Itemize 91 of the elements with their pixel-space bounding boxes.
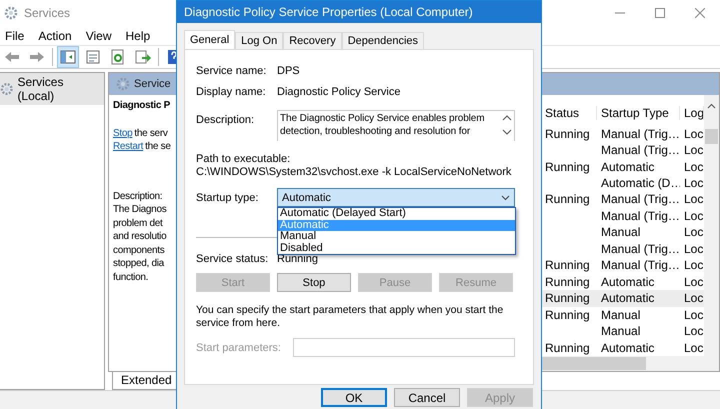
field-label: Display name: [196, 86, 267, 98]
table-cell-text: Manual (Trig… [600, 143, 680, 158]
field-label: Service status: [196, 253, 270, 265]
table-cell-text: Loc [683, 242, 704, 256]
maximize-icon [655, 8, 665, 18]
field-label: Start parameters: [196, 342, 282, 354]
dropdown-option[interactable]: Disabled [278, 242, 515, 254]
field-label: Startup type: [196, 192, 260, 204]
menu-item[interactable]: File [5, 28, 24, 42]
menu-item[interactable]: Action [38, 28, 72, 42]
action-link[interactable]: Stop [113, 126, 132, 140]
menu-item[interactable]: Help [126, 28, 150, 42]
table-cell-text: Loc [683, 160, 704, 174]
scroll-thumb[interactable] [541, 357, 646, 370]
table-cell-text: Running [544, 340, 591, 355]
dropdown-option[interactable]: Automatic (Delayed Start) [278, 208, 515, 220]
tab[interactable]: General [184, 30, 236, 50]
tab[interactable]: Log On [235, 32, 284, 49]
service-button[interactable]: Stop [277, 273, 351, 292]
description-text: problem det [113, 216, 164, 230]
status-value: Running [277, 253, 319, 265]
table-cell-text: Loc [683, 208, 704, 223]
tree-item[interactable]: Services (Local) [0, 73, 104, 105]
gear-icon [116, 77, 130, 91]
vertical-scrollbar[interactable] [704, 95, 719, 356]
dialog-button[interactable]: Cancel [394, 388, 460, 407]
description-text: and resolutio [113, 230, 168, 244]
table-cell-text: Running [544, 160, 591, 174]
field-value: DPS [277, 65, 301, 77]
gear-icon [4, 6, 18, 20]
description-text: stopped, dia [113, 257, 166, 270]
table-cell-text: Loc [683, 291, 704, 306]
description-text: The Diagnos [113, 203, 168, 216]
dialog-button[interactable]: OK [321, 388, 387, 407]
field-value: Diagnostic Policy Service [277, 86, 402, 98]
table-cell-text: Loc [683, 126, 704, 141]
startup-type-dropdown[interactable]: Automatic [277, 188, 515, 207]
path-value: C:\WINDOWS\System32\svchost.exe -k LocalServiceNoNetwork [196, 166, 512, 178]
description-label: Description: [113, 190, 164, 203]
table-cell-text: Running [544, 274, 591, 289]
table-cell-text: Running [544, 291, 591, 306]
table-cell-text: Running [544, 258, 591, 272]
action-link[interactable]: Restart [113, 140, 144, 154]
description-text: components [113, 244, 166, 257]
table-cell-text: Running [544, 308, 591, 322]
tab[interactable]: Recovery [283, 32, 342, 49]
table-cell-text: Loc [683, 340, 704, 355]
table-cell-text: Loc [683, 274, 704, 289]
description-box[interactable]: The Diagnostic Policy Service enables problem detection, troubleshooting and resolution for [277, 110, 515, 141]
service-name: Diagnostic P [113, 99, 171, 112]
table-cell-text: Automatic [600, 160, 656, 174]
table-cell-text: Running [544, 126, 591, 141]
table-cell-text: Manual [600, 225, 642, 240]
table-cell-text: Manual (Trig… [600, 192, 680, 206]
table-cell-text: Manual (Trig… [600, 242, 680, 256]
caret-icon [501, 194, 510, 200]
dropdown-option[interactable]: Manual [278, 231, 515, 242]
tab[interactable]: Dependencies [342, 32, 424, 49]
table-cell-text: Manual [600, 308, 642, 322]
header-title: Service [134, 78, 171, 90]
table-cell-text: Manual (Trig… [600, 208, 680, 223]
action-text: the serv [134, 126, 168, 140]
table-cell-text: Manual (Trig… [600, 258, 680, 272]
description-text: function. [113, 270, 150, 284]
table-cell-text: Automatic [600, 291, 656, 306]
table-cell-text: Loc [683, 176, 704, 190]
table-cell-text: Running [544, 192, 591, 206]
field-label: Description: [196, 114, 256, 126]
gear-icon [0, 82, 14, 96]
table-cell-text: Loc [683, 324, 704, 338]
table-cell-text: Manual (Trig… [600, 126, 680, 141]
menu-item[interactable]: View [86, 28, 112, 42]
hint-text: You can specify the start parameters that apply when you start the service from here. [196, 304, 504, 330]
pane-toggle-icon[interactable] [58, 47, 78, 67]
dialog-title: Diagnostic Policy Service Properties (Local Computer) [184, 5, 473, 19]
field-label: Service name: [196, 65, 268, 77]
field-label: Path to executable: [196, 153, 292, 165]
table-cell-text: Manual [600, 324, 642, 338]
column-header[interactable]: Startup Type [597, 106, 680, 120]
horizontal-scrollbar[interactable] [541, 356, 719, 371]
table-cell-text: Loc [683, 308, 704, 322]
close-icon [695, 8, 705, 18]
table-cell-text: Loc [683, 192, 704, 206]
table-cell-text: Automatic [600, 340, 656, 355]
table-cell-text: Loc [683, 143, 704, 158]
scroll-thumb[interactable] [705, 129, 718, 144]
table-cell-text: Loc [683, 225, 704, 240]
window-title: Services [24, 6, 70, 20]
action-text: the se [145, 140, 171, 154]
table-cell-text: Automatic [600, 274, 656, 289]
table-cell-text: Loc [683, 258, 704, 272]
